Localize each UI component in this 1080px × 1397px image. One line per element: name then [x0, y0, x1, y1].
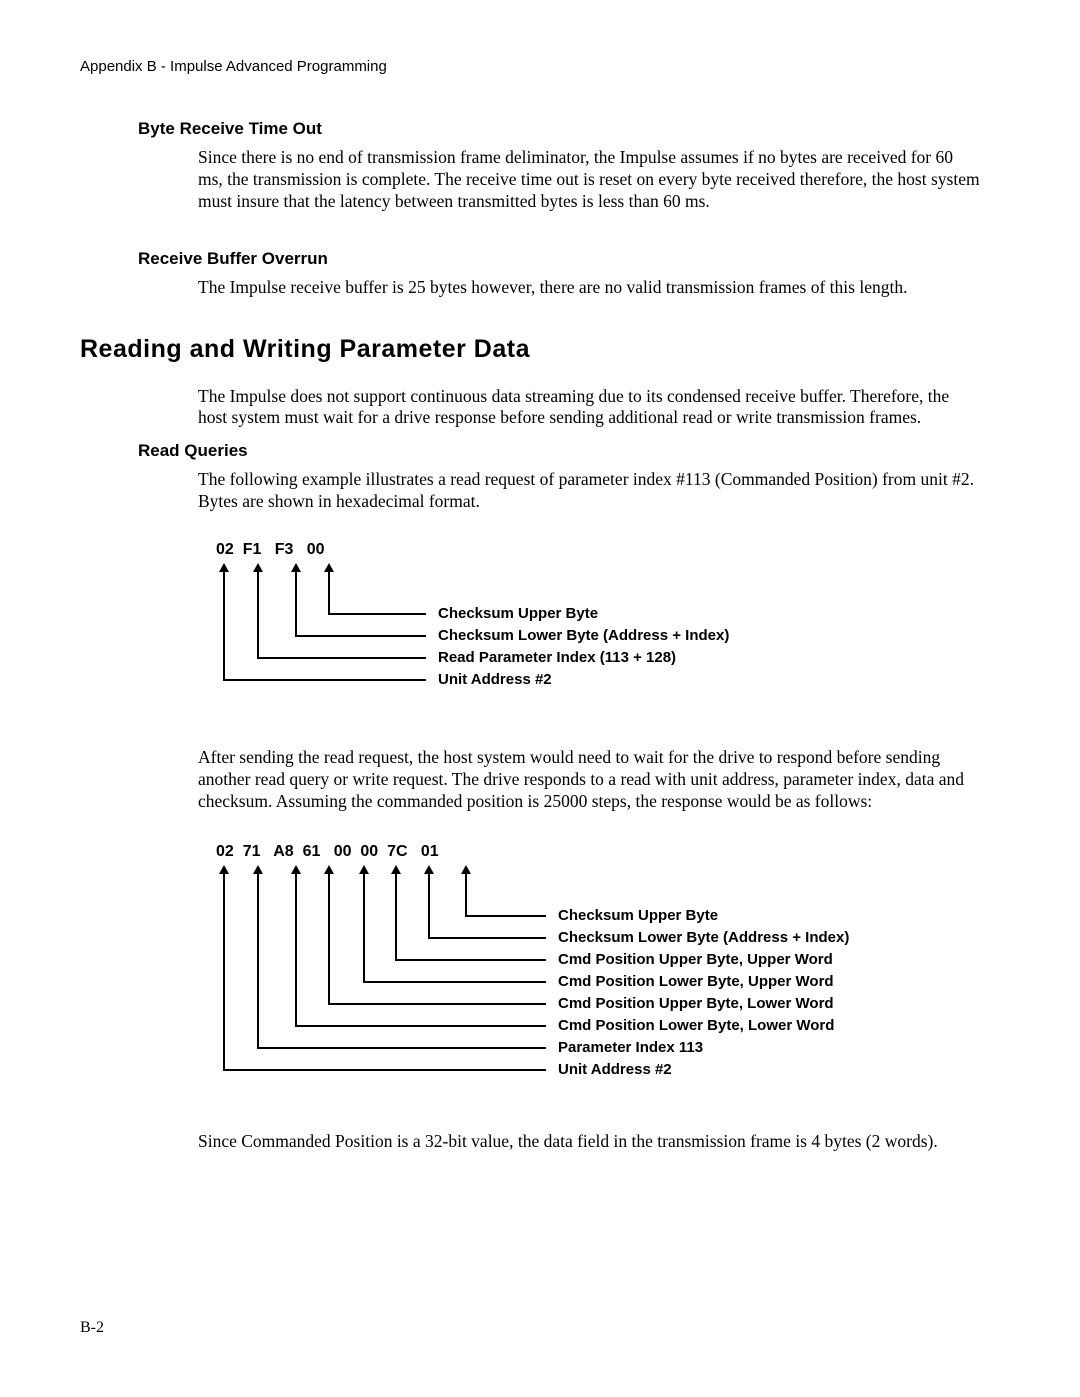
diagram2-label-checksum-upper: Checksum Upper Byte	[558, 907, 718, 924]
heading-read-queries: Read Queries	[138, 441, 1000, 461]
byte-diagram-request: 02 F1 F3 00 Checksum Upper Byte Checksum…	[216, 541, 1000, 693]
diagram2-label-cmd-pos-lb-uw: Cmd Position Lower Byte, Upper Word	[558, 973, 834, 990]
heading-receive-buffer-overrun: Receive Buffer Overrun	[138, 249, 1000, 269]
paragraph-receive-buffer: The Impulse receive buffer is 25 bytes h…	[198, 277, 980, 299]
heading-reading-writing-parameter-data: Reading and Writing Parameter Data	[80, 335, 1000, 364]
diagram1-label-checksum-upper: Checksum Upper Byte	[438, 605, 598, 622]
diagram2-label-cmd-pos-lb-lw: Cmd Position Lower Byte, Lower Word	[558, 1017, 834, 1034]
byte-diagram-response: 02 71 A8 61 00 00 7C 01	[216, 843, 1000, 1085]
diagram2-bytes: 02 71 A8 61 00 00 7C 01	[216, 843, 1000, 861]
diagram1-label-unit-address: Unit Address #2	[438, 671, 552, 688]
page-number: B-2	[80, 1319, 104, 1337]
diagram2-label-unit-address: Unit Address #2	[558, 1061, 672, 1078]
paragraph-after-diagram2: Since Commanded Position is a 32-bit val…	[198, 1131, 980, 1153]
diagram2-label-cmd-pos-ub-lw: Cmd Position Upper Byte, Lower Word	[558, 995, 834, 1012]
paragraph-intro: The Impulse does not support continuous …	[198, 386, 980, 430]
diagram2-label-checksum-lower: Checksum Lower Byte (Address + Index)	[558, 929, 849, 946]
paragraph-read-queries-1: The following example illustrates a read…	[198, 469, 980, 513]
page-header: Appendix B - Impulse Advanced Programmin…	[80, 58, 1000, 75]
diagram2-label-param-index: Parameter Index 113	[558, 1039, 703, 1056]
diagram1-label-checksum-lower: Checksum Lower Byte (Address + Index)	[438, 627, 729, 644]
diagram2-label-cmd-pos-ub-uw: Cmd Position Upper Byte, Upper Word	[558, 951, 833, 968]
paragraph-byte-receive: Since there is no end of transmission fr…	[198, 147, 980, 213]
paragraph-after-diagram1: After sending the read request, the host…	[198, 747, 980, 813]
diagram1-label-read-param-index: Read Parameter Index (113 + 128)	[438, 649, 676, 666]
heading-byte-receive-timeout: Byte Receive Time Out	[138, 119, 1000, 139]
diagram1-bytes: 02 F1 F3 00	[216, 541, 1000, 559]
document-page: Appendix B - Impulse Advanced Programmin…	[0, 0, 1080, 1397]
